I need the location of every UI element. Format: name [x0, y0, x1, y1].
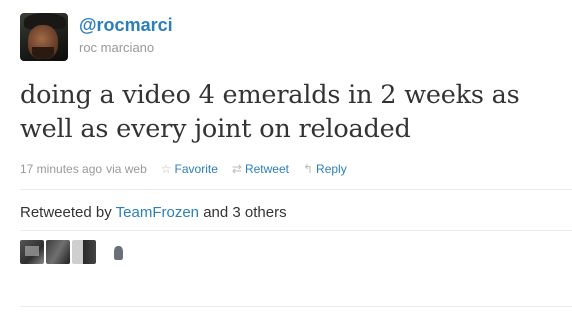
- divider: [20, 306, 572, 307]
- favorite-button[interactable]: ☆ Favorite: [161, 162, 218, 176]
- favorite-label: Favorite: [174, 162, 218, 176]
- retweeted-suffix: and 3 others: [203, 204, 287, 221]
- user-avatar[interactable]: [20, 13, 68, 61]
- divider: [20, 230, 572, 231]
- reply-icon: ↰: [302, 162, 314, 176]
- divider: [20, 189, 572, 190]
- retweeter-avatar[interactable]: [20, 240, 44, 264]
- screen-name-link[interactable]: @rocmarci: [79, 15, 173, 36]
- tweet-card: @rocmarci roc marciano doing a video 4 e…: [0, 0, 572, 315]
- retweeted-by: Retweeted by TeamFrozen and 3 others: [20, 204, 287, 221]
- reply-button[interactable]: ↰ Reply: [303, 162, 347, 176]
- via-source: via web: [106, 162, 147, 176]
- retweet-label: Retweet: [244, 162, 289, 176]
- retweeter-avatars: [20, 240, 130, 264]
- retweeted-prefix: Retweeted by: [20, 204, 112, 221]
- retweeter-avatar[interactable]: [72, 240, 96, 264]
- retweet-icon: ⇄: [231, 162, 242, 176]
- tweet-meta: 17 minutes ago via web ☆ Favorite ⇄ Retw…: [20, 162, 347, 176]
- full-name: roc marciano: [79, 40, 155, 55]
- tweet-text: doing a video 4 emeralds in 2 weeks as w…: [20, 80, 520, 144]
- retweeter-avatar[interactable]: [46, 240, 70, 264]
- retweeter-avatar[interactable]: [106, 240, 130, 264]
- reply-label: Reply: [316, 162, 347, 176]
- retweeter-link[interactable]: TeamFrozen: [116, 204, 199, 221]
- avatar-beard: [32, 47, 54, 59]
- timestamp-link[interactable]: 17 minutes ago: [20, 162, 102, 176]
- retweet-button[interactable]: ⇄ Retweet: [232, 162, 289, 176]
- star-icon: ☆: [160, 162, 172, 176]
